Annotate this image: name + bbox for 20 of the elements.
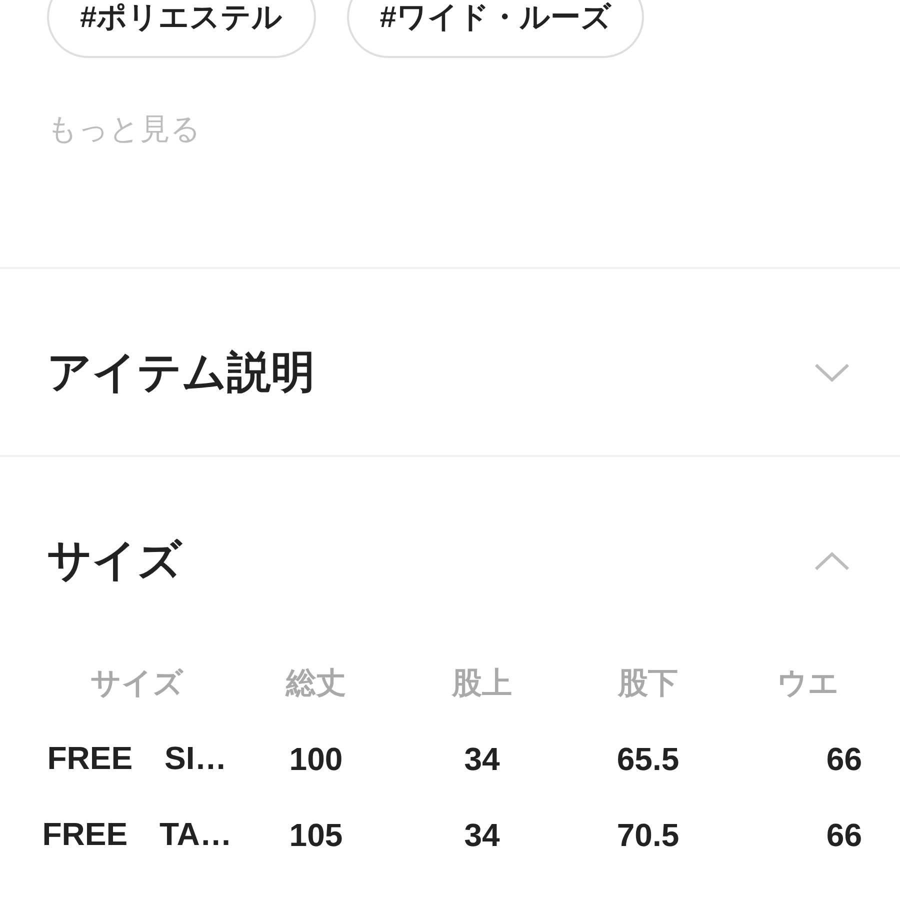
- measurement-value: 66: [826, 740, 862, 778]
- measurement-value: 66: [826, 816, 862, 854]
- measurement-value: 34: [464, 740, 500, 778]
- column-header: ウエ: [777, 666, 839, 702]
- section-title: サイズ: [47, 541, 182, 581]
- tag-chip[interactable]: #ワイド・ルーズ: [346, 0, 644, 58]
- measurement-value: 34: [464, 816, 500, 854]
- measurement-value: 105: [289, 816, 343, 854]
- size-name: FREE TA…: [42, 815, 232, 854]
- measurement-value: 70.5: [616, 816, 680, 854]
- chevron-up-icon[interactable]: [814, 551, 850, 571]
- column-header: 股上: [452, 666, 512, 702]
- column-header: 総丈: [286, 666, 346, 702]
- measurement-value: 100: [289, 740, 343, 778]
- tag-chip[interactable]: #ポリエステル: [47, 0, 316, 58]
- measurement-value: 65.5: [616, 740, 680, 778]
- chevron-down-icon[interactable]: [814, 363, 850, 383]
- size-name: FREE SI…: [47, 739, 227, 778]
- column-header: 股下: [618, 666, 678, 702]
- column-header: サイズ: [90, 666, 184, 702]
